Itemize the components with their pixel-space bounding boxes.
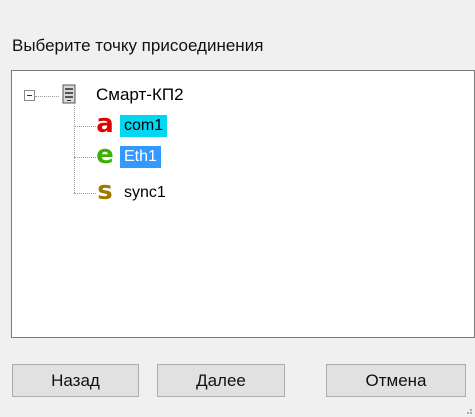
tree-item-eth1[interactable]: Eth1 <box>120 146 161 168</box>
collapse-icon[interactable] <box>24 90 35 101</box>
ethernet-icon: e <box>96 140 114 170</box>
tree-item-com1[interactable]: com1 <box>120 115 168 137</box>
resize-grip-icon[interactable] <box>463 405 473 415</box>
tree-connector <box>74 106 75 193</box>
tree-item-sync1[interactable]: sync1 <box>120 182 170 204</box>
sync-icon: s <box>97 176 113 206</box>
back-button[interactable]: Назад <box>12 364 139 397</box>
next-button[interactable]: Далее <box>157 364 285 397</box>
prompt-label: Выберите точку присоединения <box>12 36 264 55</box>
analog-icon: a <box>96 109 114 139</box>
connection-point-tree[interactable] <box>11 70 475 338</box>
server-icon <box>62 84 76 104</box>
cancel-button[interactable]: Отмена <box>326 364 466 397</box>
tree-root-label[interactable]: Смарт-КП2 <box>96 84 184 106</box>
tree-connector <box>35 96 59 97</box>
